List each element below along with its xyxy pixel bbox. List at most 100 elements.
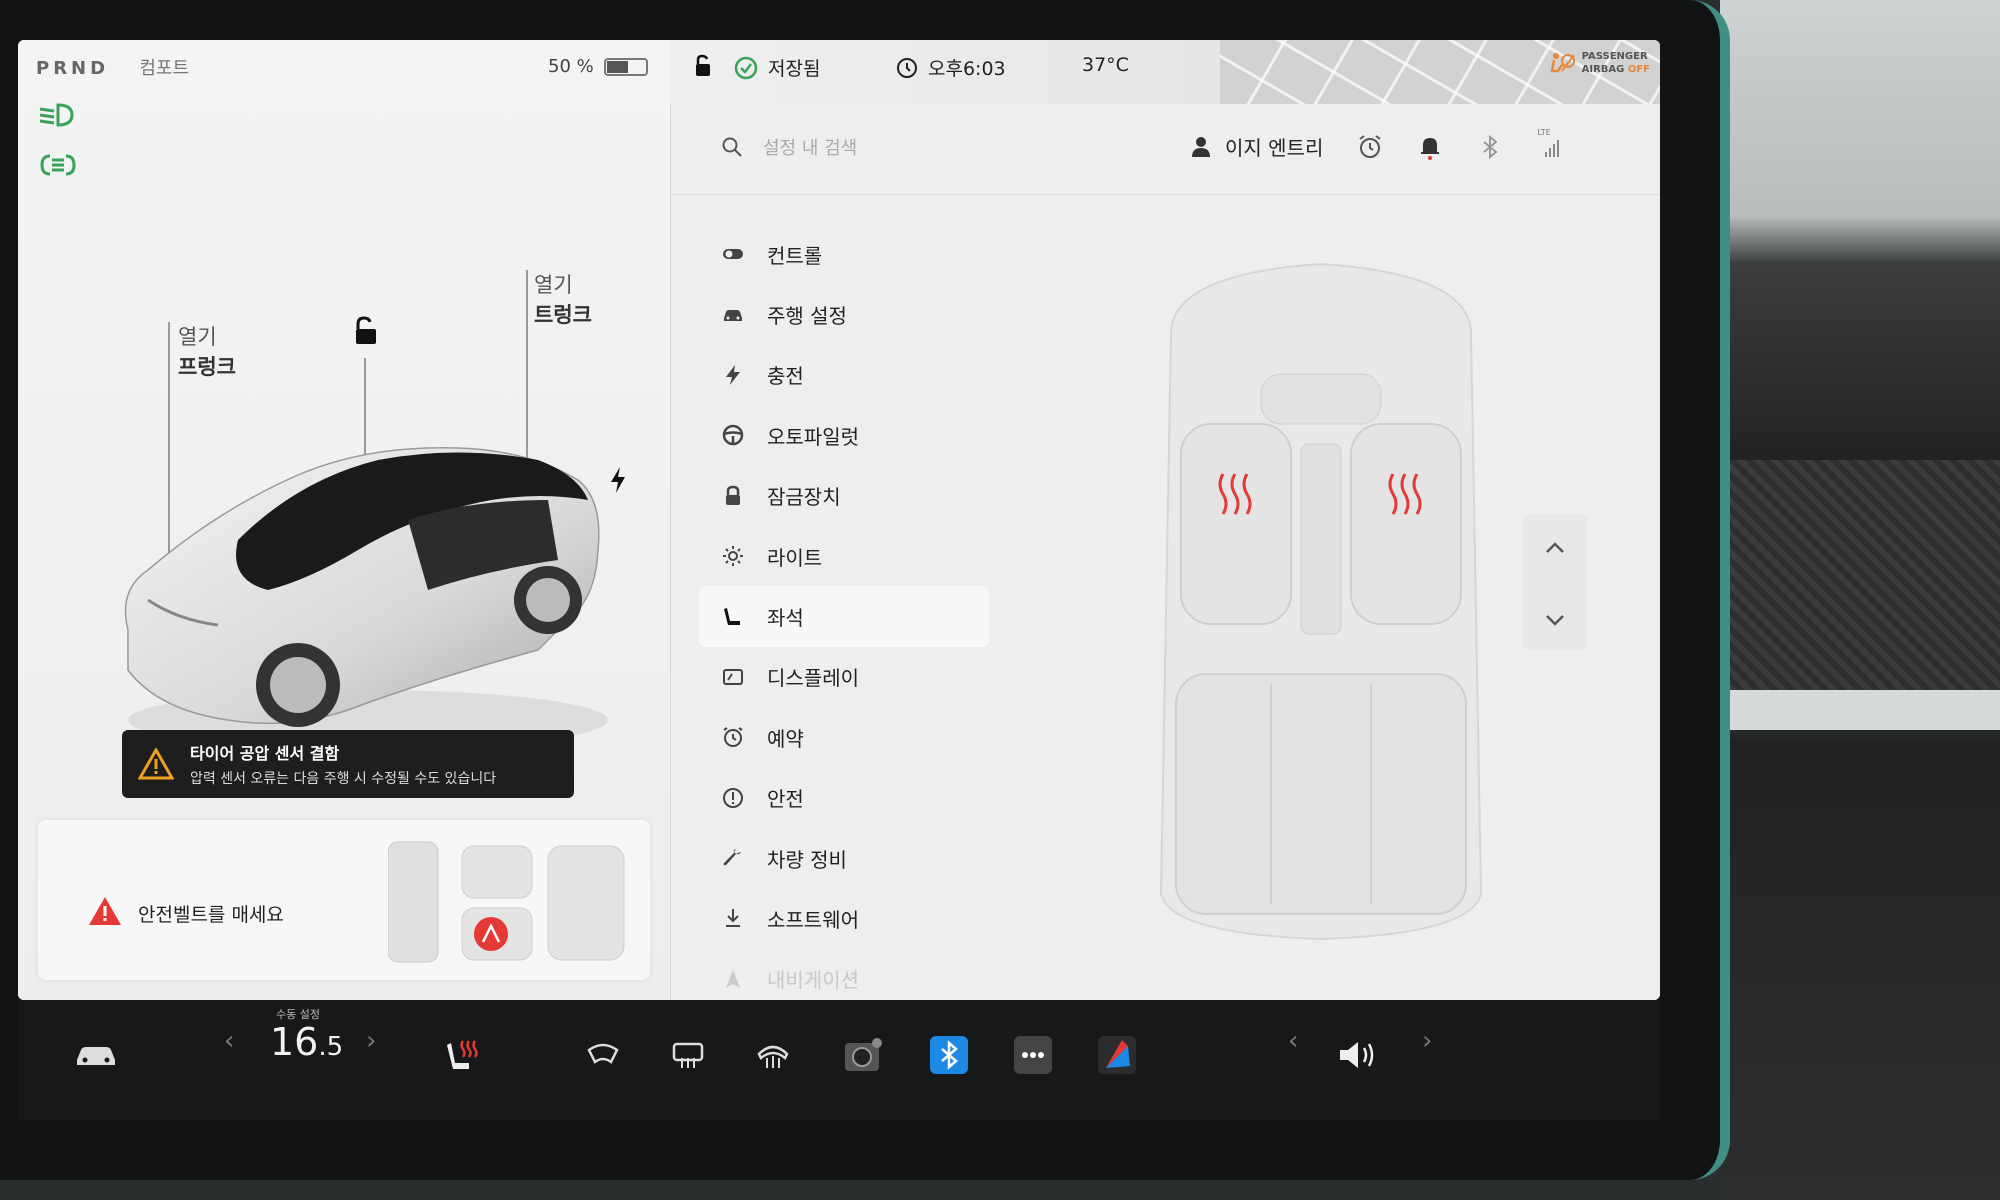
menu-label: 차량 정비	[767, 847, 847, 872]
frunk-action: 열기	[178, 325, 217, 349]
temp-increase-button[interactable]: ›	[366, 1026, 376, 1056]
camera-icon	[845, 1038, 882, 1071]
unlocked-padlock-icon	[696, 54, 710, 76]
menu-item-navigation[interactable]: 내비게이션	[699, 949, 989, 1000]
temp-decrease-button[interactable]: ‹	[224, 1026, 234, 1056]
alarm-clock-icon[interactable]	[1357, 134, 1383, 160]
frunk-open-button[interactable]: 열기 프렁크	[178, 322, 236, 382]
menu-item-locks[interactable]: 잠금장치	[699, 466, 989, 526]
menu-label: 소프트웨어	[767, 907, 859, 932]
bottom-dock: ‹ 수동 설정 16.5 › ‹ ›	[18, 1000, 1660, 1120]
vehicle-panel: PRND 컴포트 50 % 열기 프렁크 열기 트렁크 타이어 공압 센서 결함…	[18, 40, 670, 1000]
more-apps-button[interactable]	[1008, 1030, 1058, 1080]
chevron-down-icon[interactable]	[1523, 586, 1587, 654]
menu-item-charging[interactable]: 충전	[699, 345, 989, 405]
camera-button[interactable]	[838, 1030, 888, 1080]
download-icon	[726, 909, 740, 928]
chevron-up-icon[interactable]	[1523, 514, 1587, 582]
outside-temperature: 37°C	[1082, 54, 1129, 76]
parking-light-icon	[40, 154, 76, 176]
menu-item-schedule[interactable]: 예약	[699, 707, 989, 767]
seat-heat-icon	[447, 1040, 478, 1069]
search-input[interactable]: 설정 내 검색	[763, 134, 857, 160]
front-defrost-button[interactable]	[748, 1030, 798, 1080]
car-icon	[77, 1047, 115, 1065]
cabin-seat-heater-diagram	[1159, 262, 1483, 941]
info-icon	[723, 787, 743, 808]
menu-item-safety[interactable]: 안전	[699, 768, 989, 828]
menu-label: 내비게이션	[767, 968, 859, 993]
menu-item-service[interactable]: 차량 정비	[699, 828, 989, 888]
trunk-action: 열기	[534, 273, 573, 297]
steering-heat-button[interactable]	[578, 1030, 628, 1080]
menu-label: 예약	[767, 726, 804, 751]
airbag-line1: PASSENGER	[1581, 51, 1648, 62]
car-icon	[724, 309, 742, 321]
airbag-state: OFF	[1627, 64, 1650, 75]
menu-item-display[interactable]: 디스플레이	[699, 647, 989, 707]
clock-icon	[897, 57, 917, 78]
volume-increase-button[interactable]: ›	[1422, 1026, 1432, 1056]
gear-text: PRND	[36, 58, 110, 79]
passenger-airbag-indicator: PASSENGER AIRBAG OFF	[1548, 50, 1650, 76]
seat-occupancy-diagram	[388, 841, 625, 963]
unlock-icon[interactable]	[350, 315, 380, 347]
temp-decimal: .5	[318, 1032, 344, 1062]
drive-mode: 컴포트	[139, 58, 190, 79]
toggle-icon	[723, 249, 743, 260]
seatbelt-alert[interactable]: 안전벨트를 매세요	[38, 820, 650, 980]
settings-search[interactable]: 설정 내 검색	[721, 134, 857, 160]
bluetooth-icon	[930, 1036, 968, 1074]
menu-item-driving[interactable]: 주행 설정	[699, 284, 989, 344]
display-icon	[723, 668, 743, 685]
navigation-app-button[interactable]	[1092, 1030, 1142, 1080]
seat-heater-button[interactable]	[438, 1030, 488, 1080]
clock: 오후6:03	[896, 54, 1006, 81]
settings-panel: 설정 내 검색 이지 엔트리 LTE 컨트롤 주행 설정 충전 오토파일럿 잠금…	[670, 104, 1660, 1000]
bluetooth-icon[interactable]	[1477, 134, 1503, 160]
trunk-open-button[interactable]: 열기 트렁크	[534, 270, 592, 330]
volume-decrease-button[interactable]: ‹	[1288, 1026, 1298, 1056]
airbag-icon	[1550, 53, 1575, 73]
menu-item-seats[interactable]: 좌석	[699, 586, 989, 647]
car-dashboard-background	[1720, 0, 2000, 1200]
menu-label: 좌석	[767, 606, 804, 631]
carbon-trim	[1720, 460, 2000, 690]
saved-label: 저장됨	[768, 58, 821, 80]
rear-defrost-button[interactable]	[663, 1030, 713, 1080]
car-button[interactable]	[66, 1030, 126, 1080]
lock-status[interactable]	[692, 54, 714, 78]
touchscreen: PRND 컴포트 50 % 열기 프렁크 열기 트렁크 타이어 공압 센서 결함…	[18, 40, 1660, 1000]
navigation-app-icon	[1098, 1036, 1136, 1074]
check-circle-icon	[734, 56, 758, 79]
car-3d-render	[124, 446, 608, 750]
trunk-label: 트렁크	[534, 303, 592, 327]
driver-profile[interactable]: 이지 엔트리	[1191, 132, 1323, 161]
menu-item-lights[interactable]: 라이트	[699, 526, 989, 586]
volume-button[interactable]	[1328, 1030, 1388, 1080]
cabin-temperature[interactable]: 16.5	[270, 1020, 343, 1064]
tpms-alert[interactable]: 타이어 공압 센서 결함 압력 센서 오류는 다음 주행 시 수정될 수도 있습…	[122, 730, 574, 798]
more-dots-icon	[1014, 1036, 1052, 1074]
menu-item-controls[interactable]: 컨트롤	[699, 224, 989, 284]
bluetooth-button[interactable]	[924, 1030, 974, 1080]
seat-scroll-controls	[1523, 514, 1587, 650]
seat-icon	[724, 607, 740, 625]
settings-header-icons: 이지 엔트리 LTE	[1191, 128, 1563, 161]
airbag-line2: AIRBAG	[1581, 64, 1625, 75]
lock-icon	[726, 485, 740, 505]
temp-integer: 16	[270, 1020, 319, 1064]
save-status: 저장됨	[734, 54, 820, 81]
frunk-label: 프렁크	[178, 355, 236, 379]
battery-icon	[603, 57, 648, 76]
red-warning-icon	[89, 897, 121, 925]
dashboard-trim	[1720, 690, 2000, 730]
menu-item-software[interactable]: 소프트웨어	[699, 888, 989, 948]
menu-item-autopilot[interactable]: 오토파일럿	[699, 405, 989, 465]
notification-bell-icon[interactable]	[1417, 134, 1443, 160]
menu-label: 컨트롤	[767, 243, 823, 268]
front-defrost-icon	[757, 1045, 789, 1068]
menu-label: 잠금장치	[767, 485, 841, 510]
tpms-title: 타이어 공압 센서 결함	[190, 744, 340, 763]
bolt-icon	[726, 364, 740, 385]
